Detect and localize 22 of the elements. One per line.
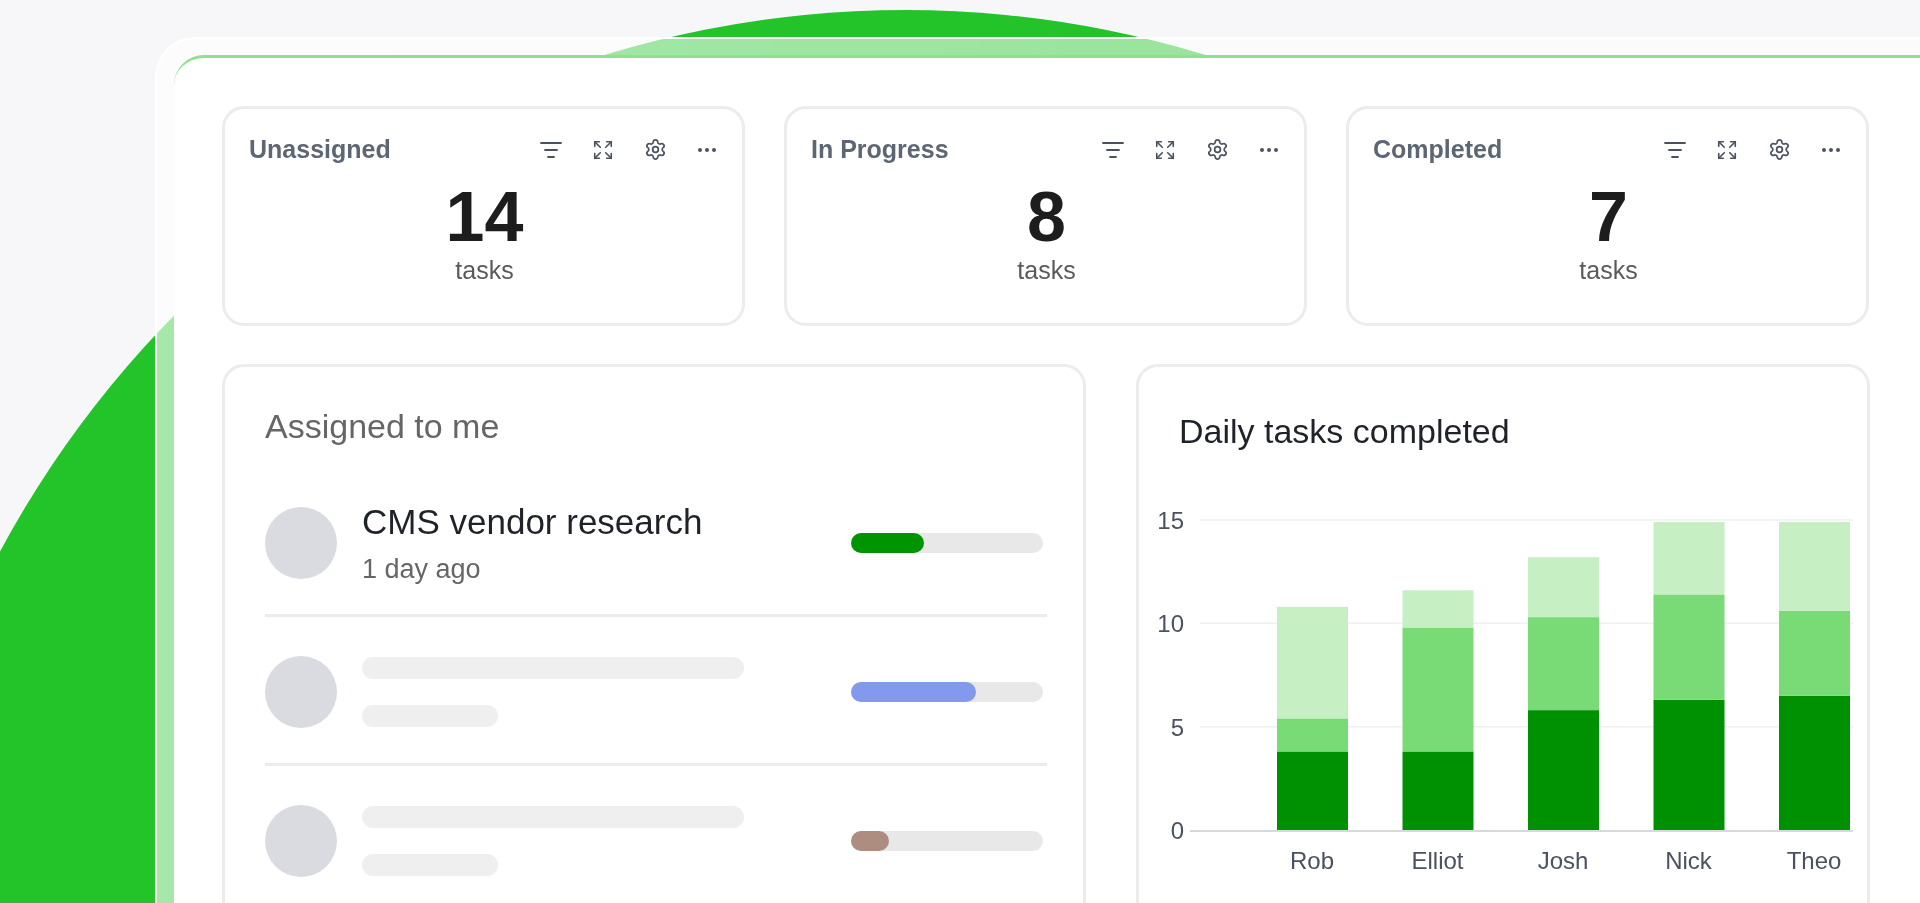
- stat-value: 7: [1589, 182, 1628, 252]
- stat-value: 14: [445, 182, 524, 252]
- axis-category-label: Nick: [1665, 847, 1712, 874]
- stat-title: Completed: [1373, 135, 1503, 164]
- stat-value: 8: [1027, 182, 1066, 252]
- axis-tick-label: 0: [1170, 817, 1184, 844]
- stat-unit: tasks: [1579, 256, 1638, 285]
- axis-category-label: Josh: [1537, 847, 1589, 874]
- task-title[interactable]: CMS vendor research: [362, 501, 851, 542]
- axis-category-label: Theo: [1786, 847, 1842, 874]
- axis-category-label: Rob: [1290, 847, 1334, 874]
- card-title: Assigned to me: [265, 407, 501, 446]
- chart-title: Daily tasks completed: [1179, 412, 1511, 451]
- axis-category-label: Elliot: [1411, 847, 1464, 874]
- stat-unit: tasks: [455, 256, 514, 285]
- axis-tick-label: 5: [1170, 713, 1184, 741]
- stat-title: Unassigned: [249, 135, 391, 164]
- stat-unit: tasks: [1017, 256, 1076, 285]
- axis-tick-label: 15: [1157, 507, 1184, 534]
- task-time: 1 day ago: [362, 553, 482, 585]
- stat-title: In Progress: [811, 135, 949, 164]
- axis-tick-label: 10: [1157, 610, 1184, 638]
